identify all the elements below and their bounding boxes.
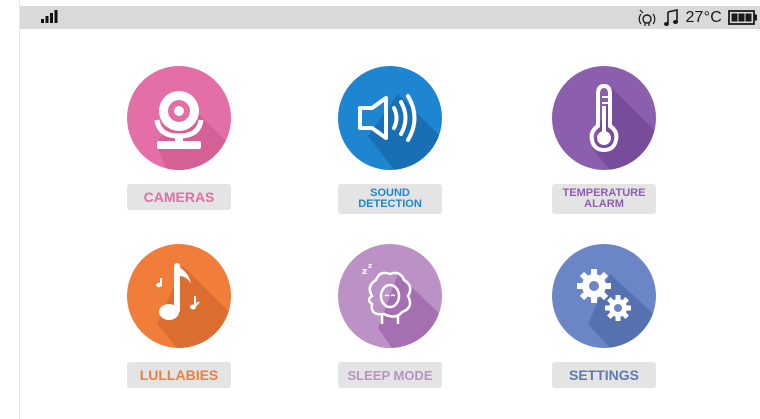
- sleep-mode-label[interactable]: SLEEP MODE: [338, 362, 442, 388]
- status-bar: 27°C: [20, 6, 760, 29]
- lullabies-label[interactable]: LULLABIES: [127, 362, 231, 388]
- sound-detection-button[interactable]: [338, 66, 442, 170]
- signal-strength-icon: [41, 10, 58, 23]
- sleep-mode-button[interactable]: z z: [338, 244, 442, 348]
- sleep-mode-tile[interactable]: z z SLEEP MODE: [320, 244, 460, 404]
- settings-tile[interactable]: SETTINGS: [534, 244, 674, 404]
- lullabies-tile[interactable]: LULLABIES: [109, 244, 249, 404]
- temperature-alarm-button[interactable]: [552, 66, 656, 170]
- speaker-icon: [358, 94, 442, 170]
- camera-icon: [154, 91, 231, 170]
- cameras-tile[interactable]: CAMERAS: [109, 66, 249, 226]
- battery-icon: [728, 10, 757, 25]
- gears-icon: [577, 269, 656, 348]
- cameras-button[interactable]: [127, 66, 231, 170]
- music-notes-icon: [156, 263, 231, 348]
- cameras-label[interactable]: CAMERAS: [127, 184, 231, 210]
- thermometer-icon: [589, 83, 656, 170]
- sheep-icon: z z: [362, 262, 442, 348]
- sound-detection-tile[interactable]: SOUND DETECTION: [320, 66, 460, 226]
- svg-text:z: z: [368, 262, 372, 270]
- temperature-alarm-label[interactable]: TEMPERATURE ALARM: [552, 184, 656, 214]
- vox-icon: [639, 9, 656, 26]
- lullabies-button[interactable]: [127, 244, 231, 348]
- svg-text:z: z: [362, 267, 367, 277]
- settings-label[interactable]: SETTINGS: [552, 362, 656, 388]
- temperature-reading: 27°C: [685, 8, 722, 26]
- sound-detection-label[interactable]: SOUND DETECTION: [338, 184, 442, 214]
- settings-button[interactable]: [552, 244, 656, 348]
- temperature-alarm-tile[interactable]: TEMPERATURE ALARM: [534, 66, 674, 226]
- music-note-icon: [664, 8, 679, 26]
